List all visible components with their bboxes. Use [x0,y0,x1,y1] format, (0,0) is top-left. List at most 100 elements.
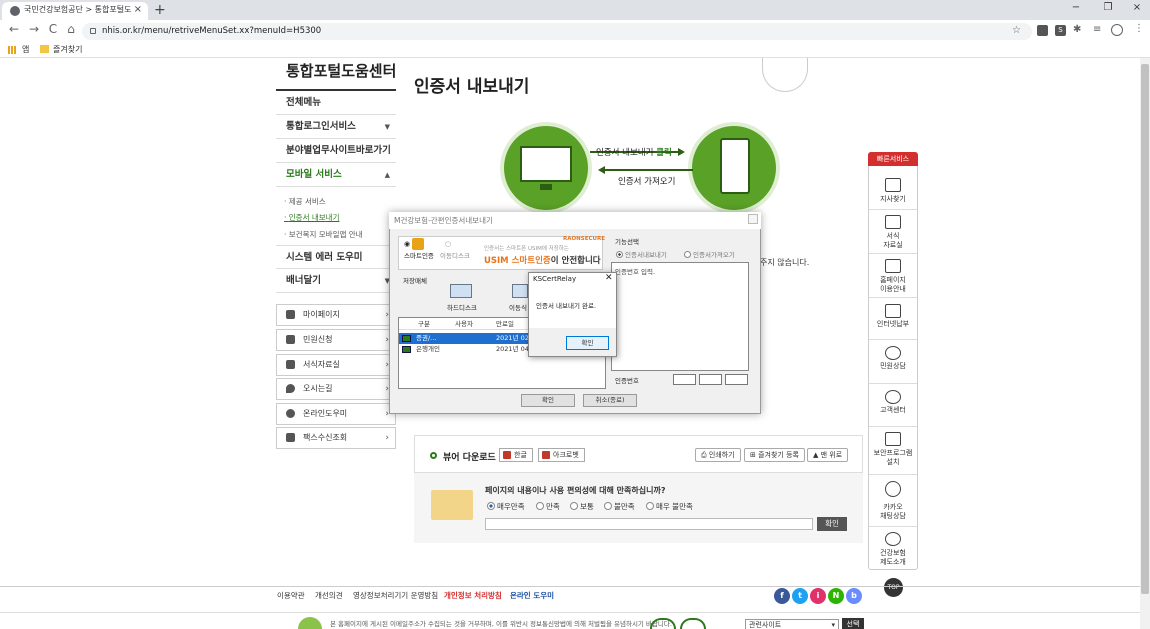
extension-s-icon[interactable]: S [1055,25,1066,36]
removable-disk-label[interactable]: 이동식 [509,302,527,312]
lnb-item-banner[interactable]: 배너달기 ▼ [276,269,396,293]
top-button[interactable]: TOP [884,578,903,597]
apps-link[interactable]: 앱 [22,42,29,57]
cert-row[interactable]: 증권/... 2021년 02 [399,333,529,344]
quick-online-help[interactable]: 온라인도우미 › [276,403,396,425]
twitter-icon[interactable]: t [792,588,808,604]
print-button[interactable]: ⎙ 인쇄하기 [695,448,741,462]
radio-satisfied[interactable]: 만족 [536,501,560,512]
home-button[interactable]: ⌂ [63,22,79,36]
survey-comment-input[interactable] [485,518,813,530]
instagram-icon[interactable]: i [810,588,826,604]
lnb-item-mobile[interactable]: 모바일 서비스 ▲ [276,163,396,187]
tab-close-icon[interactable]: × [134,2,142,18]
qs-internet-payment[interactable]: 인터넷납부 [869,298,917,340]
footer-cctv-link[interactable]: 영상정보처리기기 운영방침 [353,590,438,601]
bookmark-star-icon[interactable]: ☆ [1012,25,1021,36]
back-button[interactable]: ← [6,22,22,36]
puzzle-icon[interactable]: ✱ [1073,24,1081,35]
lnb-item-all-menu[interactable]: 전체메뉴 [276,91,396,115]
naver-blog-icon[interactable]: N [828,588,844,604]
footer-terms-link[interactable]: 이용약관 [277,590,305,601]
auth-number-field-3[interactable] [725,374,748,385]
quick-mypage[interactable]: 마이페이지 › [276,304,396,326]
dialog-cancel-button[interactable]: 취소(종료) [583,394,637,407]
minimize-button[interactable]: − [1066,2,1086,13]
profile-avatar[interactable] [1111,24,1123,36]
auth-number-field-2[interactable] [699,374,722,385]
related-sites-select[interactable]: 관련사이트 ▾ [745,619,839,629]
footer-privacy-link[interactable]: 개인정보 처리방침 [444,590,502,601]
radio-dissatisfied[interactable]: 불만족 [604,501,635,512]
radio-selected-icon[interactable]: ◉ [404,240,410,248]
facebook-icon[interactable]: f [774,588,790,604]
radio-import[interactable]: 인증서가져오기 [684,249,735,259]
cert-expiry: 2021년 02 [496,334,529,342]
banner-caption: 인증서는 스마트폰 USIM에 저장하는 [484,246,569,252]
blog-icon[interactable]: b [846,588,862,604]
radio-icon[interactable]: ○ [445,240,451,248]
qs-security-install[interactable]: 보안프로그램 설치 [869,427,917,475]
qs-site-guide[interactable]: 홈페이지 이용안내 [869,254,917,298]
qs-customer-center[interactable]: 고객센터 [869,384,917,427]
media-icon[interactable]: ≡ [1093,24,1101,35]
auth-number-field-1[interactable] [673,374,696,385]
favorites-link[interactable]: 즐겨찾기 [53,42,82,57]
lnb-item-error-help[interactable]: 시스템 에러 도우미 [276,245,396,269]
quick-forms[interactable]: 서식자료실 › [276,354,396,376]
quick-label: 팩스수신조회 [303,433,348,442]
reload-button[interactable]: C [45,22,61,36]
acrobat-viewer-button[interactable]: 아크로벳 [538,448,585,462]
sub-item-cert-export[interactable]: · 인증서 내보내기 [284,212,339,223]
address-bar[interactable]: nhis.or.kr/menu/retriveMenuSet.xx?menuId… [82,23,1032,40]
auth-code-textarea[interactable]: 인증번호 입력. [611,262,749,371]
footer-online-help-link[interactable]: 온라인 도우미 [510,590,554,601]
quick-label: 마이페이지 [303,310,340,319]
removable-disk-icon[interactable] [512,284,528,298]
hwp-viewer-button[interactable]: 한글 [499,448,533,462]
qs-civil-consult[interactable]: 민원상담 [869,340,917,384]
forward-button[interactable]: → [26,22,42,36]
hard-disk-icon[interactable] [450,284,472,298]
scrollbar-thumb[interactable] [1141,64,1149,594]
lnb-item-sites[interactable]: 분야별업무사이트바로가기 [276,139,396,163]
footer-feedback-link[interactable]: 개선의견 [315,590,343,601]
tab-smart-auth[interactable]: 스마트인증 [404,250,434,260]
quick-civil-request[interactable]: 민원신청 › [276,329,396,351]
radio-label: 매우만족 [497,502,525,511]
scroll-top-button[interactable]: ▲ 맨 위로 [807,448,849,462]
hard-disk-label[interactable]: 하드디스크 [447,302,477,312]
window-close-button[interactable]: × [1127,2,1147,13]
qs-forms[interactable]: 서식 자료실 [869,210,917,254]
radio-neutral[interactable]: 보통 [570,501,594,512]
qs-branch-finder[interactable]: 지사찾기 [869,173,917,210]
survey-submit-button[interactable]: 확인 [817,517,847,531]
sub-item-welfare-app[interactable]: · 보건복지 모바일앱 안내 [284,229,363,240]
quick-label: 민원신청 [303,335,333,344]
cert-row[interactable]: 은행개인 2021년 04 [399,344,529,355]
menu-icon[interactable]: ⋮ [1134,23,1144,34]
quick-directions[interactable]: 오시는길 › [276,378,396,400]
dialog-close-button[interactable] [748,214,758,224]
radio-icon [570,502,578,510]
tab-removable-disk[interactable]: 이동디스크 [440,250,470,260]
radio-very-satisfied[interactable]: 매우만족 [487,501,525,512]
lnb-item-login[interactable]: 통합로그인서비스 ▼ [276,115,396,139]
close-icon[interactable]: ✕ [605,273,613,283]
lnb-item-label: 분야별업무사이트바로가기 [286,145,391,156]
radio-export[interactable]: 인증서내보내기 [616,249,667,259]
new-tab-button[interactable]: + [154,1,166,19]
browser-tab[interactable]: 국민건강보험공단 > 통합포털도 × [2,2,148,20]
related-sites-go-button[interactable]: 선택 [842,618,864,629]
qs-insurance-intro[interactable]: 건강보험 제도소개 [869,527,917,569]
extension-icon[interactable] [1037,25,1048,36]
radio-very-dissatisfied[interactable]: 매우 불만족 [646,501,693,512]
quick-label: 서식자료실 [303,360,340,369]
quick-fax[interactable]: 팩스수신조회 › [276,427,396,449]
maximize-button[interactable]: ❐ [1098,2,1118,13]
add-bookmark-button[interactable]: ⊞ 즐겨찾기 등록 [744,448,805,462]
qs-kakao-chat[interactable]: 카카오 채팅상담 [869,475,917,527]
dialog-ok-button[interactable]: 확인 [521,394,575,407]
alert-ok-button[interactable]: 확인 [566,336,609,350]
sub-item-services[interactable]: · 제공 서비스 [284,196,326,207]
